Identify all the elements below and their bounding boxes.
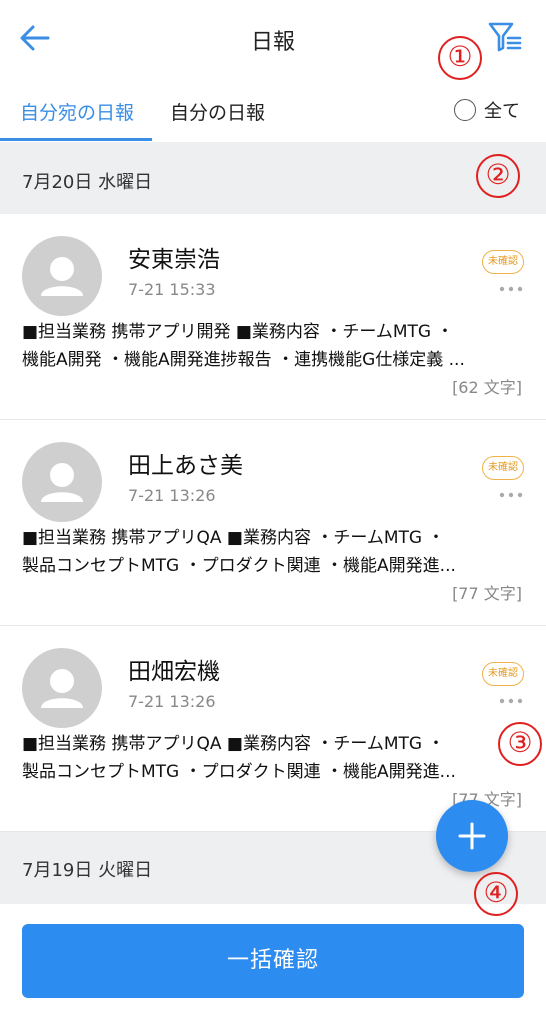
avatar	[22, 648, 102, 728]
avatar	[22, 236, 102, 316]
reporter-name: 安東崇浩	[128, 247, 220, 273]
more-options-icon[interactable]	[498, 490, 524, 500]
report-time: 7-21 13:26	[128, 692, 216, 711]
reporter-name: 田上あさ美	[128, 453, 243, 479]
filter-button[interactable]	[486, 20, 526, 56]
report-card[interactable]: 安東崇浩 7-21 15:33 未確認 ■担当業務 携帯アプリ開発 ■業務内容 …	[0, 214, 546, 420]
date-section-label: 7月20日 水曜日	[22, 172, 153, 193]
summary-line: 製品コンセプトMTG ・プロダクト関連 ・機能A開発進...	[22, 762, 456, 782]
annotation-callout: ③	[498, 722, 542, 766]
tab-my-reports[interactable]: 自分の日報	[170, 98, 265, 125]
summary-line: ■担当業務 携帯アプリQA ■業務内容 ・チームMTG ・	[22, 734, 445, 754]
bulk-confirm-button[interactable]: 一括確認	[22, 924, 524, 998]
report-summary: ■担当業務 携帯アプリQA ■業務内容 ・チームMTG ・ 製品コンセプトMTG…	[22, 730, 526, 786]
add-report-button[interactable]	[436, 800, 508, 872]
user-placeholder-icon	[41, 463, 83, 502]
summary-line: ■担当業務 携帯アプリ開発 ■業務内容 ・チームMTG ・	[22, 322, 454, 342]
reporter-name: 田畑宏機	[128, 659, 220, 685]
avatar	[22, 442, 102, 522]
user-placeholder-icon	[41, 257, 83, 296]
report-time: 7-21 15:33	[128, 280, 216, 299]
tab-reports-to-me[interactable]: 自分宛の日報	[20, 98, 134, 125]
all-toggle-label: 全て	[484, 101, 520, 122]
annotation-callout: ①	[438, 36, 482, 80]
annotation-callout: ②	[476, 154, 520, 198]
more-options-icon[interactable]	[498, 696, 524, 706]
filter-icon	[488, 22, 522, 52]
character-count: [77 文字]	[452, 584, 522, 603]
all-toggle[interactable]: 全て	[454, 98, 520, 122]
active-tab-indicator	[0, 138, 152, 141]
character-count: [62 文字]	[452, 378, 522, 397]
date-section-header: 7月20日 水曜日	[0, 142, 546, 214]
summary-line: 機能A開発 ・機能A開発進捗報告 ・連携機能G仕様定義 ...	[22, 350, 465, 370]
more-options-icon[interactable]	[498, 284, 524, 294]
report-summary: ■担当業務 携帯アプリQA ■業務内容 ・チームMTG ・ 製品コンセプトMTG…	[22, 524, 526, 580]
summary-line: ■担当業務 携帯アプリQA ■業務内容 ・チームMTG ・	[22, 528, 445, 548]
unconfirmed-badge: 未確認	[482, 456, 524, 480]
plus-icon	[458, 822, 486, 850]
report-summary: ■担当業務 携帯アプリ開発 ■業務内容 ・チームMTG ・ 機能A開発 ・機能A…	[22, 318, 526, 374]
user-placeholder-icon	[41, 669, 83, 708]
radio-button[interactable]	[454, 99, 476, 121]
report-time: 7-21 13:26	[128, 486, 216, 505]
unconfirmed-badge: 未確認	[482, 250, 524, 274]
annotation-callout: ④	[474, 872, 518, 916]
unconfirmed-badge: 未確認	[482, 662, 524, 686]
report-card[interactable]: 田上あさ美 7-21 13:26 未確認 ■担当業務 携帯アプリQA ■業務内容…	[0, 420, 546, 626]
date-section-label: 7月19日 火曜日	[22, 860, 153, 881]
summary-line: 製品コンセプトMTG ・プロダクト関連 ・機能A開発進...	[22, 556, 456, 576]
